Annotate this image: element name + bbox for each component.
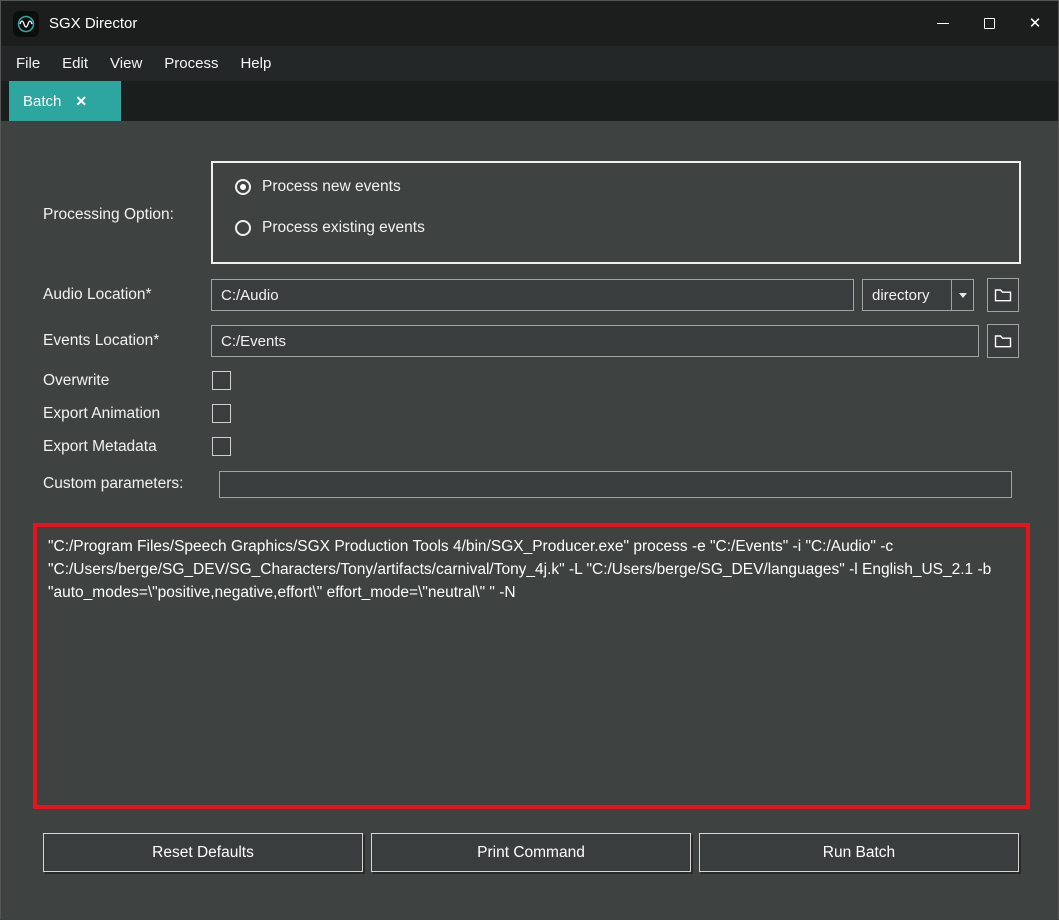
menu-edit[interactable]: Edit [51,46,99,81]
menu-help[interactable]: Help [229,46,282,81]
audio-location-input[interactable] [211,279,854,311]
events-location-label: Events Location* [43,332,159,350]
menu-process[interactable]: Process [153,46,229,81]
tab-batch[interactable]: Batch ✕ [9,81,121,121]
custom-parameters-input[interactable] [219,471,1012,498]
minimize-button[interactable] [920,1,966,46]
audio-location-browse-button[interactable] [987,278,1019,312]
radio-existing-events-label: Process existing events [262,219,425,237]
events-location-browse-button[interactable] [987,324,1019,358]
title-bar: SGX Director ✕ [1,1,1058,46]
export-metadata-checkbox[interactable] [212,437,231,456]
processing-option-label: Processing Option: [43,206,174,224]
tab-strip: Batch ✕ [1,81,1058,121]
events-location-input[interactable] [211,325,979,357]
maximize-button[interactable] [966,1,1012,46]
close-button[interactable]: ✕ [1012,1,1058,46]
app-logo-icon [13,11,39,37]
tab-close-icon[interactable]: ✕ [75,94,87,108]
menu-file[interactable]: File [5,46,51,81]
close-icon: ✕ [1029,16,1042,31]
minimize-icon [937,23,949,24]
action-button-row: Reset Defaults Print Command Run Batch [43,833,1019,872]
radio-button-icon [235,179,251,195]
overwrite-label: Overwrite [43,372,109,390]
audio-location-label: Audio Location* [43,286,152,304]
batch-panel: Processing Option: Process new events Pr… [1,121,1058,920]
window-controls: ✕ [920,1,1058,46]
dropdown-arrow-box [951,280,973,310]
export-animation-label: Export Animation [43,405,160,423]
print-command-button[interactable]: Print Command [371,833,691,872]
dropdown-selected-value: directory [863,287,951,304]
run-batch-button[interactable]: Run Batch [699,833,1019,872]
radio-new-events-label: Process new events [262,178,401,196]
audio-location-type-dropdown[interactable]: directory [862,279,974,311]
window-title: SGX Director [49,15,137,32]
export-metadata-label: Export Metadata [43,438,157,456]
chevron-down-icon [959,293,967,298]
radio-button-icon [235,220,251,236]
folder-icon [994,287,1012,303]
command-preview-text: "C:/Program Files/Speech Graphics/SGX Pr… [48,536,1015,605]
menu-bar: File Edit View Process Help [1,46,1058,81]
folder-icon [994,333,1012,349]
radio-process-new-events[interactable]: Process new events [235,178,401,196]
radio-process-existing-events[interactable]: Process existing events [235,219,425,237]
export-animation-checkbox[interactable] [212,404,231,423]
command-preview-box: "C:/Program Files/Speech Graphics/SGX Pr… [33,523,1030,809]
menu-view[interactable]: View [99,46,153,81]
processing-option-group: Process new events Process existing even… [211,161,1021,264]
reset-defaults-button[interactable]: Reset Defaults [43,833,363,872]
custom-parameters-label: Custom parameters: [43,475,183,493]
tab-batch-label: Batch [23,93,61,110]
overwrite-checkbox[interactable] [212,371,231,390]
sgx-director-window: { "window": { "title": "SGX Director" },… [0,0,1059,919]
maximize-icon [984,18,995,29]
